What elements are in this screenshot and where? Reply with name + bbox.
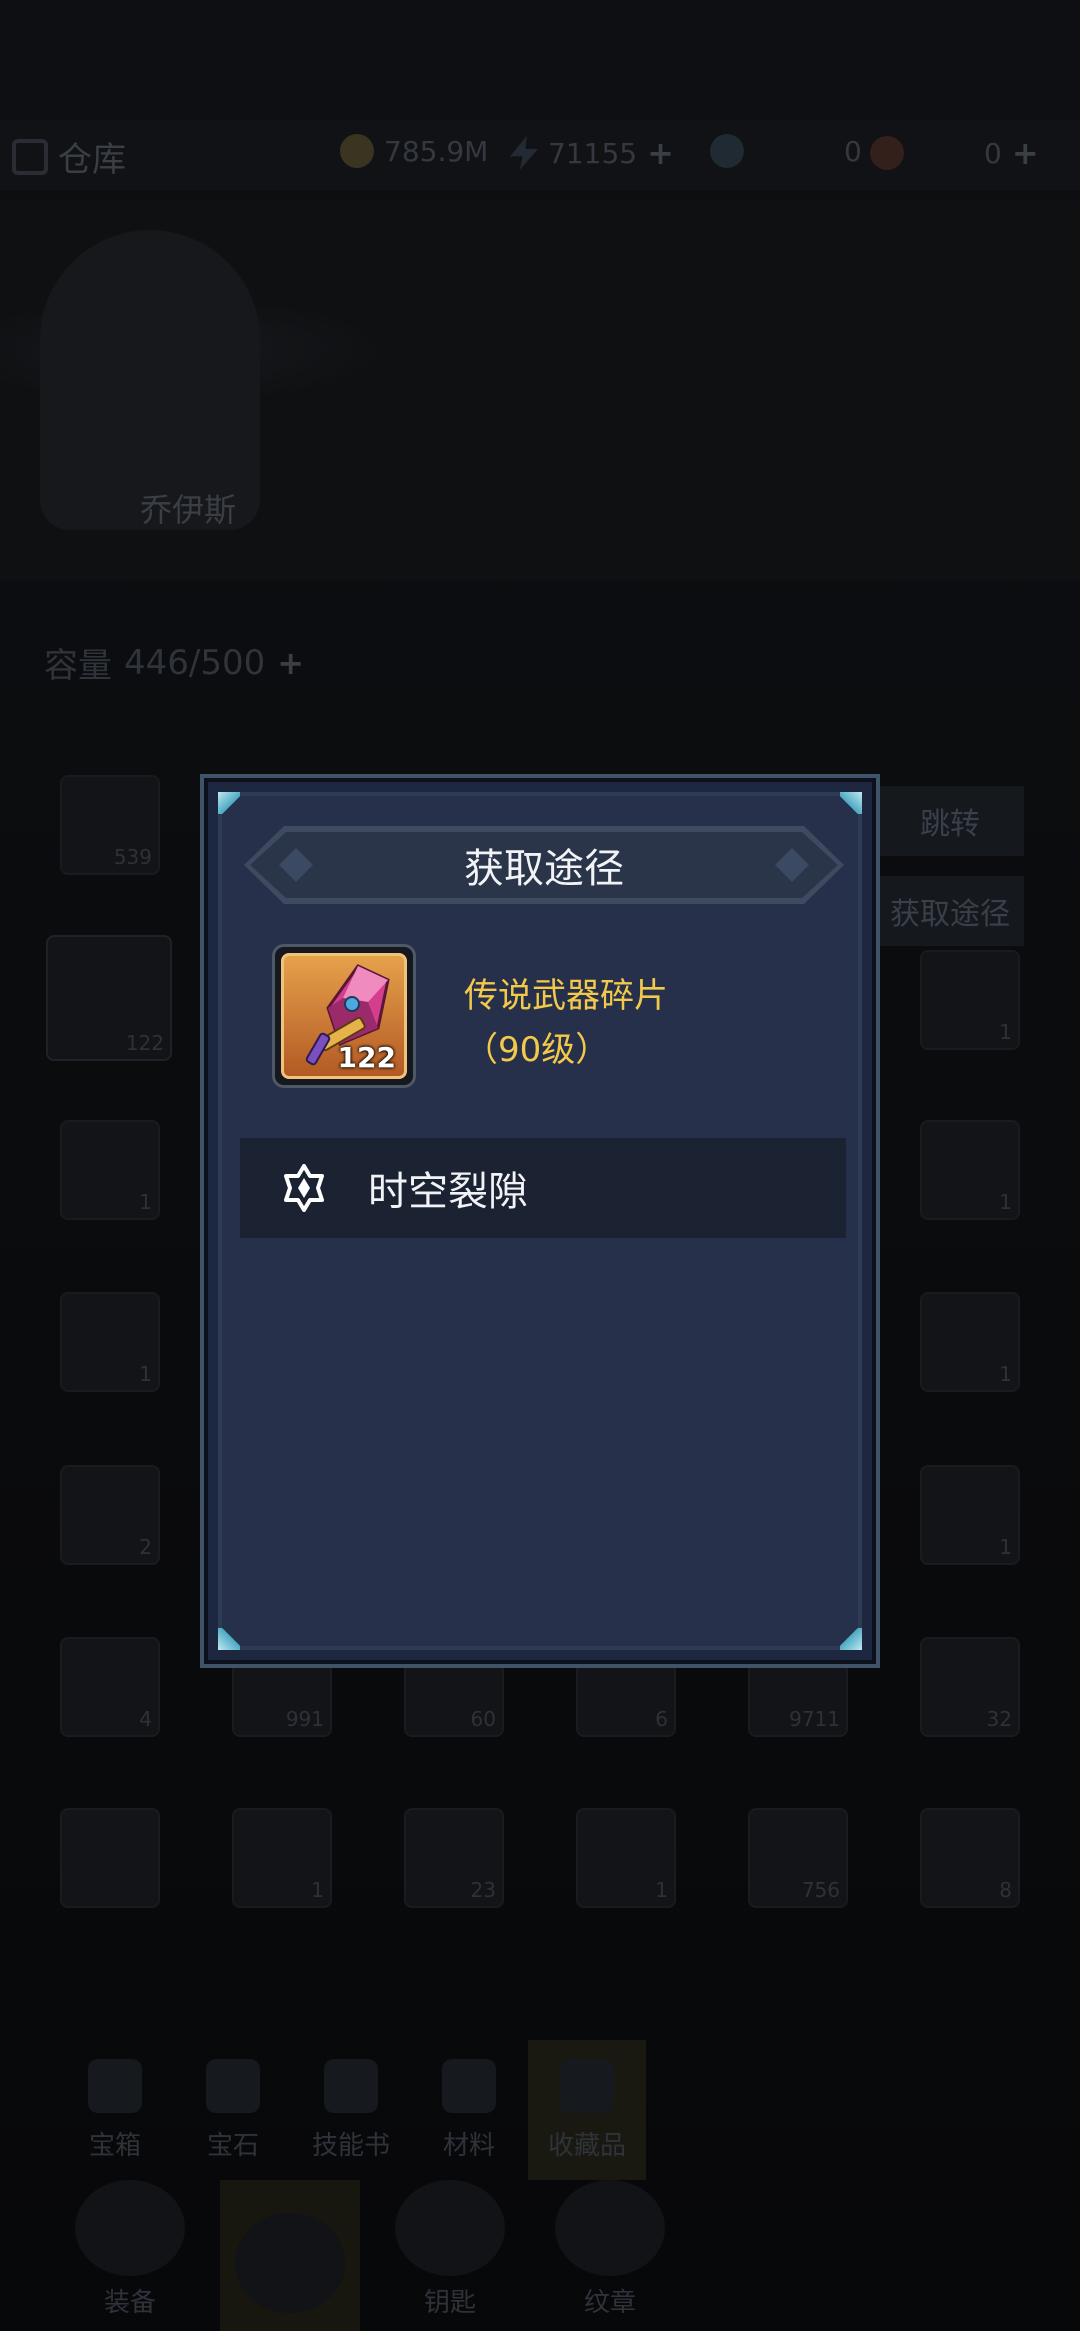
emblem-icon (555, 2180, 665, 2276)
equipment-button[interactable]: 装备 (60, 2180, 200, 2331)
inventory-slot[interactable]: 1 (920, 950, 1020, 1050)
add-energy-icon[interactable]: + (647, 134, 674, 172)
item-name: 传说武器碎片 (464, 976, 668, 1016)
inventory-slot[interactable]: 1 (920, 1120, 1020, 1220)
tab-collectible[interactable]: 收藏品 (528, 2040, 646, 2180)
warehouse-icon (12, 138, 48, 175)
emblem-button[interactable]: 纹章 (540, 2180, 680, 2331)
collectible-icon (560, 2058, 614, 2113)
acquisition-dialog: 获取途径 122 传说武器碎片 （90级） 时空裂隙 (204, 778, 876, 1664)
bottom-menu: 装备 钥匙 纹章 (0, 2180, 1080, 2331)
tab-gem[interactable]: 宝石 (174, 2040, 292, 2180)
inventory-slot[interactable]: 756 (748, 1808, 848, 1908)
chest-icon (88, 2058, 142, 2113)
book-icon (324, 2058, 378, 2113)
energy-resource: 71155 + (510, 134, 674, 172)
key-button[interactable]: 钥匙 (380, 2180, 520, 2331)
spacetime-rift-icon (284, 1164, 324, 1212)
warehouse-button[interactable] (220, 2180, 360, 2331)
jump-button[interactable]: 跳转 (876, 786, 1024, 856)
energy-icon (510, 136, 538, 170)
gem-resource: 0 (710, 134, 862, 168)
gold-coin-icon (340, 134, 374, 168)
add-token-icon[interactable]: + (1012, 134, 1039, 172)
item-count: 122 (337, 1041, 396, 1074)
source-button[interactable]: 获取途径 (876, 876, 1024, 946)
inventory-slot[interactable]: 32 (920, 1637, 1020, 1737)
key-icon (395, 2180, 505, 2276)
frame-corner (218, 792, 240, 814)
material-icon (442, 2058, 496, 2113)
inventory-slot[interactable]: 1 (576, 1808, 676, 1908)
gem-icon (206, 2058, 260, 2113)
item-slot: 122 (272, 944, 416, 1088)
tab-chest[interactable]: 宝箱 (56, 2040, 174, 2180)
category-nav: 宝箱 宝石 技能书 材料 收藏品 (0, 2040, 1080, 2180)
gold-resource: 785.9M (340, 134, 488, 168)
inventory-slot[interactable]: 122 (46, 935, 172, 1061)
inventory-slot[interactable]: 1 (920, 1465, 1020, 1565)
dialog-title-banner: 获取途径 (244, 826, 844, 904)
warehouse-title: 仓库 (12, 132, 126, 181)
token-resource: 0 + (870, 134, 1039, 172)
warehouse-icon (235, 2213, 345, 2313)
inventory-slot[interactable]: 23 (404, 1808, 504, 1908)
inventory-slot[interactable]: 4 (60, 1637, 160, 1737)
equipment-icon (75, 2180, 185, 2276)
inventory-slot[interactable]: 1 (60, 1292, 160, 1392)
inventory-slot[interactable]: 2 (60, 1465, 160, 1565)
token-icon (870, 136, 904, 170)
dialog-title: 获取途径 (464, 846, 624, 892)
inventory-slot[interactable]: 1 (232, 1808, 332, 1908)
inventory-slot[interactable]: 1 (60, 1120, 160, 1220)
inventory-slot[interactable]: 539 (60, 775, 160, 875)
frame-corner (218, 1628, 240, 1650)
source-option-spacetime-rift[interactable]: 时空裂隙 (240, 1138, 846, 1238)
capacity: 容量 446/500 + (44, 642, 305, 687)
add-capacity-icon[interactable]: + (277, 644, 304, 682)
tab-skillbook[interactable]: 技能书 (292, 2040, 410, 2180)
frame-corner (840, 1628, 862, 1650)
gem-icon (710, 134, 744, 168)
frame-corner (840, 792, 862, 814)
inventory-slot[interactable] (60, 1808, 160, 1908)
inventory-slot[interactable]: 8 (920, 1808, 1020, 1908)
hero-name: 乔伊斯 (140, 491, 237, 529)
source-label: 时空裂隙 (368, 1169, 528, 1215)
tab-material[interactable]: 材料 (410, 2040, 528, 2180)
item-level: （90级） (464, 1030, 610, 1070)
inventory-slot[interactable]: 1 (920, 1292, 1020, 1392)
